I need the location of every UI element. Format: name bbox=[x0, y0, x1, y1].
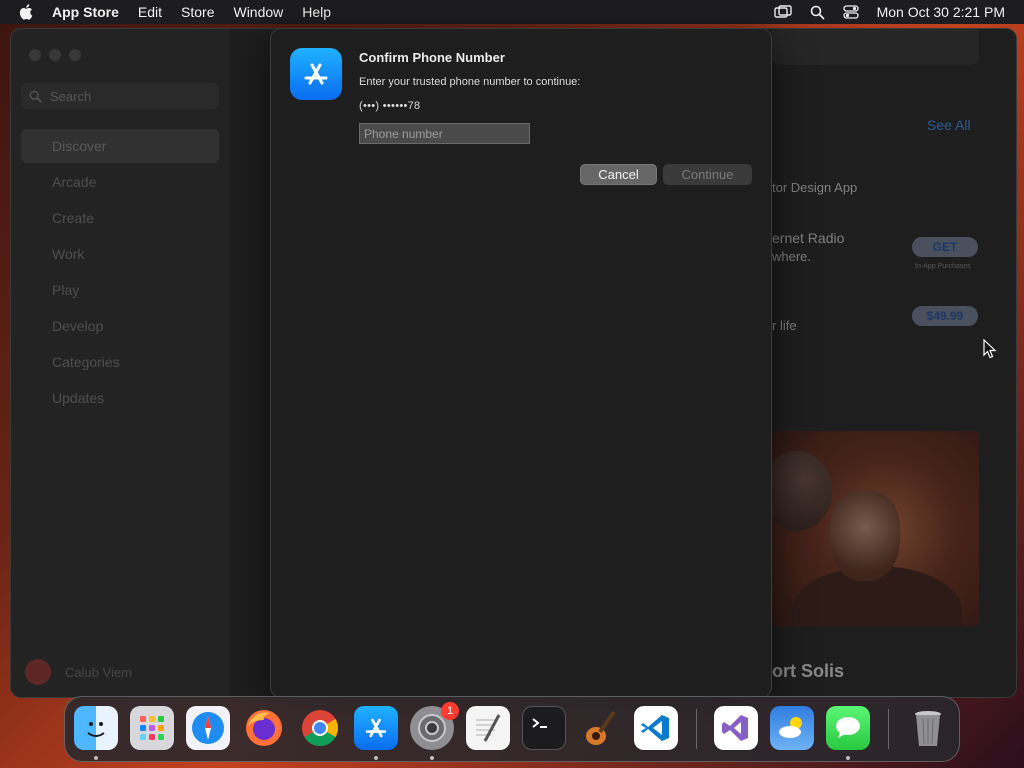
spotlight-search-icon[interactable] bbox=[810, 5, 825, 20]
vscode-icon[interactable] bbox=[634, 706, 678, 750]
zoom-window-button[interactable] bbox=[69, 49, 81, 61]
screen-mirroring-icon[interactable] bbox=[773, 5, 792, 19]
dialog-message: Enter your trusted phone number to conti… bbox=[359, 76, 581, 88]
avatar bbox=[25, 659, 51, 685]
safari-icon[interactable] bbox=[186, 706, 230, 750]
trash-icon[interactable] bbox=[906, 706, 950, 750]
sidebar-nav: Discover Arcade Create Work Play Develop… bbox=[21, 129, 219, 417]
settings-badge: 1 bbox=[441, 702, 459, 720]
app-row-2-title[interactable]: ernet Radio bbox=[772, 230, 844, 246]
app-row-3-subtitle: r life bbox=[772, 318, 797, 333]
minimize-window-button[interactable] bbox=[49, 49, 61, 61]
sidebar-item-categories[interactable]: Categories bbox=[21, 345, 219, 379]
see-all-link[interactable]: See All bbox=[927, 117, 971, 133]
search-field[interactable]: Search bbox=[21, 83, 219, 109]
featured-card-top[interactable] bbox=[772, 29, 979, 65]
weather-icon[interactable] bbox=[770, 706, 814, 750]
app-store-running-dot bbox=[374, 756, 378, 760]
control-center-icon[interactable] bbox=[842, 5, 859, 19]
menubar-clock[interactable]: Mon Oct 30 2:21 PM bbox=[877, 4, 1005, 20]
messages-icon[interactable] bbox=[826, 706, 870, 750]
garageband-icon[interactable] bbox=[578, 706, 622, 750]
app-store-dock-icon[interactable] bbox=[354, 706, 398, 750]
launchpad-icon[interactable] bbox=[130, 706, 174, 750]
app-row-2-subtitle: where. bbox=[772, 249, 812, 264]
sidebar-item-arcade[interactable]: Arcade bbox=[21, 165, 219, 199]
featured-image[interactable] bbox=[772, 431, 979, 626]
settings-running-dot bbox=[430, 756, 434, 760]
messages-running-dot bbox=[846, 756, 850, 760]
menu-window[interactable]: Window bbox=[233, 4, 283, 20]
dialog-title: Confirm Phone Number bbox=[359, 50, 505, 65]
confirm-phone-dialog: Confirm Phone Number Enter your trusted … bbox=[270, 28, 772, 698]
menu-store[interactable]: Store bbox=[181, 4, 214, 20]
search-icon bbox=[29, 90, 42, 102]
dock-separator bbox=[696, 709, 697, 749]
sidebar-item-play[interactable]: Play bbox=[21, 273, 219, 307]
user-name: Calub Viem bbox=[65, 664, 132, 680]
sidebar: Search Discover Arcade Create Work Play … bbox=[11, 29, 230, 697]
textedit-icon[interactable] bbox=[466, 706, 510, 750]
chrome-icon[interactable] bbox=[298, 706, 342, 750]
feature-ball-shape bbox=[772, 451, 832, 531]
finder-icon[interactable] bbox=[74, 706, 118, 750]
menu-edit[interactable]: Edit bbox=[138, 4, 162, 20]
cancel-button[interactable]: Cancel bbox=[580, 164, 657, 185]
menu-bar: App Store Edit Store Window Help Mon Oct… bbox=[0, 0, 1024, 24]
visual-studio-icon[interactable] bbox=[714, 706, 758, 750]
system-settings-icon[interactable]: 1 bbox=[410, 702, 459, 750]
sidebar-item-create[interactable]: Create bbox=[21, 201, 219, 235]
get-button[interactable]: GET bbox=[912, 237, 978, 257]
price-button[interactable]: $49.99 bbox=[912, 306, 978, 326]
featured-title[interactable]: ort Solis bbox=[772, 661, 844, 682]
app-row-1-subtitle: tor Design App bbox=[772, 180, 858, 195]
dock: 1 bbox=[64, 696, 960, 762]
close-window-button[interactable] bbox=[29, 49, 41, 61]
sidebar-item-discover[interactable]: Discover bbox=[21, 129, 219, 163]
phone-number-input[interactable] bbox=[359, 123, 530, 144]
dock-separator bbox=[888, 709, 889, 749]
sidebar-item-develop[interactable]: Develop bbox=[21, 309, 219, 343]
finder-running-dot bbox=[94, 756, 98, 760]
terminal-icon[interactable] bbox=[522, 706, 566, 750]
firefox-icon[interactable] bbox=[242, 706, 286, 750]
sidebar-item-updates[interactable]: Updates bbox=[21, 381, 219, 415]
search-placeholder: Search bbox=[50, 88, 92, 104]
window-controls bbox=[29, 49, 81, 61]
feature-face-shape bbox=[830, 491, 900, 581]
menu-help[interactable]: Help bbox=[302, 4, 331, 20]
apple-menu-icon[interactable] bbox=[18, 3, 36, 21]
app-store-icon bbox=[290, 48, 342, 100]
sidebar-item-work[interactable]: Work bbox=[21, 237, 219, 271]
continue-button[interactable]: Continue bbox=[663, 164, 752, 185]
masked-phone-number: (•••) ••••••78 bbox=[359, 100, 421, 112]
app-menu[interactable]: App Store bbox=[52, 4, 119, 20]
mouse-pointer-icon bbox=[983, 339, 997, 359]
in-app-purchases-note: In-App Purchases bbox=[915, 263, 971, 270]
account-button[interactable]: Calub Viem bbox=[25, 659, 132, 685]
